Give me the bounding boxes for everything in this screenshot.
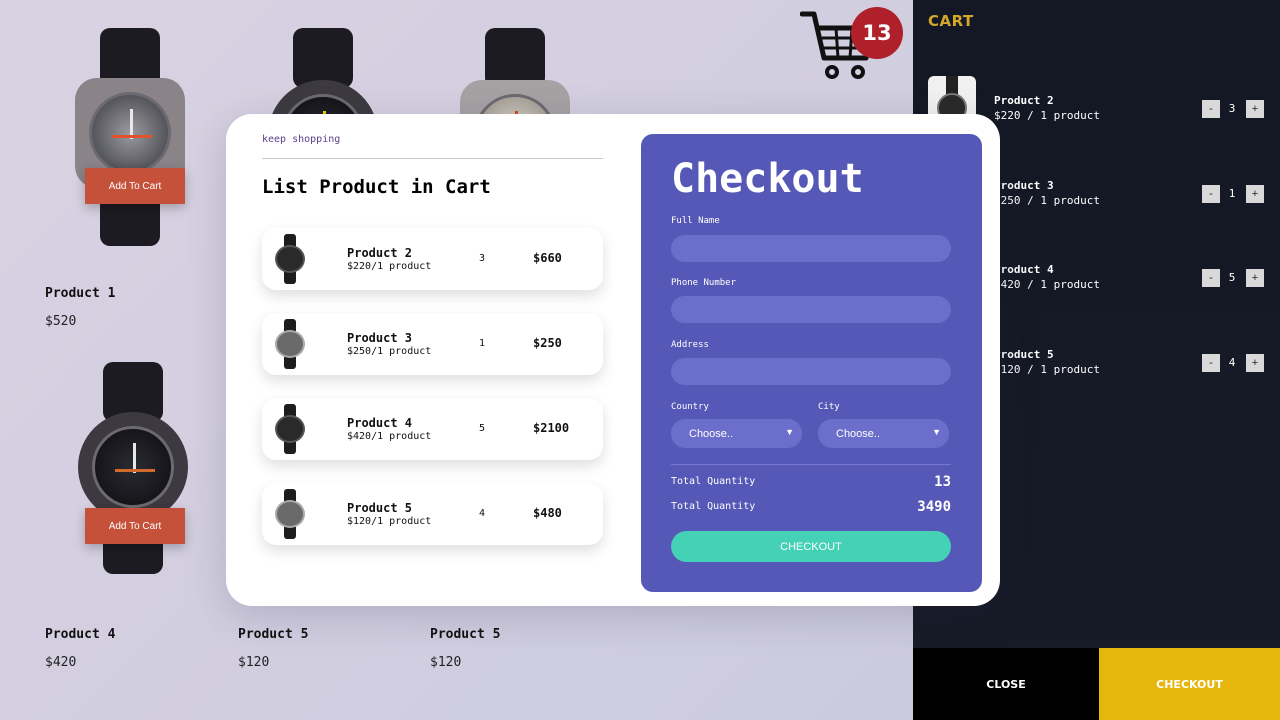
product-price: $420 <box>45 655 77 670</box>
keep-shopping-link[interactable]: keep shopping <box>262 134 340 145</box>
city-select-value: Choose.. <box>836 427 881 440</box>
cart-title: CART <box>928 12 974 30</box>
address-input[interactable] <box>671 358 951 385</box>
checkout-modal: keep shopping List Product in Cart Produ… <box>226 114 1000 606</box>
add-to-cart-button[interactable]: Add To Cart <box>85 508 185 544</box>
list-item: Product 4 $420/1 product 5 $2100 <box>262 398 603 460</box>
full-name-input[interactable] <box>671 235 951 262</box>
product-name: Product 5 <box>430 627 501 642</box>
cart-count-badge: 13 <box>851 7 903 59</box>
checkout-title: Checkout <box>671 156 864 202</box>
cart-checkout-button[interactable]: CHECKOUT <box>1099 648 1280 720</box>
increase-quantity-button[interactable]: + <box>1246 269 1264 287</box>
list-item-quantity: 4 <box>479 508 486 519</box>
city-select[interactable]: Choose.. ▼ <box>818 419 949 448</box>
country-select-value: Choose.. <box>689 427 734 440</box>
product-name: Product 1 <box>45 286 116 301</box>
country-select[interactable]: Choose.. ▼ <box>671 419 802 448</box>
product-thumbnail <box>274 234 306 284</box>
increase-quantity-button[interactable]: + <box>1246 354 1264 372</box>
increase-quantity-button[interactable]: + <box>1246 100 1264 118</box>
cart-item-name: Product 5 <box>994 348 1054 361</box>
chevron-down-icon: ▼ <box>932 427 941 437</box>
phone-number-input[interactable] <box>671 296 951 323</box>
cart-item-name: Product 2 <box>994 94 1054 107</box>
total-price-label: Total Quantity <box>671 501 756 512</box>
list-item-quantity: 1 <box>479 338 486 349</box>
list-item: Product 5 $120/1 product 4 $480 <box>262 483 603 545</box>
list-item-quantity: 3 <box>479 253 486 264</box>
product-thumbnail <box>274 404 306 454</box>
product-price: $120 <box>430 655 462 670</box>
list-item-name: Product 5 <box>347 501 413 515</box>
list-item-quantity: 5 <box>479 423 486 434</box>
cart-item-quantity: 3 <box>1228 102 1236 115</box>
cart-item-price: $120 / 1 product <box>994 363 1100 376</box>
cart-item-name: Product 4 <box>994 263 1054 276</box>
cart-item-price: $220 / 1 product <box>994 109 1100 122</box>
product-thumbnail <box>274 319 306 369</box>
product-image <box>450 28 580 190</box>
list-item-total: $480 <box>533 506 562 520</box>
product-image <box>65 28 195 246</box>
full-name-label: Full Name <box>671 216 720 226</box>
cart-item-name: Product 3 <box>994 179 1054 192</box>
list-item-name: Product 4 <box>347 416 413 430</box>
list-item-name: Product 3 <box>347 331 413 345</box>
divider <box>262 158 603 159</box>
decrease-quantity-button[interactable]: - <box>1202 269 1220 287</box>
city-label: City <box>818 402 840 412</box>
chevron-down-icon: ▼ <box>785 427 794 437</box>
address-label: Address <box>671 340 709 350</box>
decrease-quantity-button[interactable]: - <box>1202 100 1220 118</box>
cart-item-quantity: 5 <box>1228 271 1236 284</box>
country-label: Country <box>671 402 709 412</box>
product-price: $520 <box>45 314 77 329</box>
total-quantity-label: Total Quantity <box>671 476 756 487</box>
increase-quantity-button[interactable]: + <box>1246 185 1264 203</box>
list-item-unit-price: $250/1 product <box>347 346 432 357</box>
list-item: Product 2 $220/1 product 3 $660 <box>262 228 603 290</box>
list-title: List Product in Cart <box>262 176 491 198</box>
list-item-unit-price: $420/1 product <box>347 431 432 442</box>
cart-item-quantity: 4 <box>1228 356 1236 369</box>
cart-item-quantity: 1 <box>1228 187 1236 200</box>
decrease-quantity-button[interactable]: - <box>1202 185 1220 203</box>
list-item: Product 3 $250/1 product 1 $250 <box>262 313 603 375</box>
decrease-quantity-button[interactable]: - <box>1202 354 1220 372</box>
list-item-total: $660 <box>533 251 562 265</box>
cart-item-price: $420 / 1 product <box>994 278 1100 291</box>
product-name: Product 5 <box>238 627 309 642</box>
checkout-form: Checkout Full Name Phone Number Address … <box>641 134 982 592</box>
divider <box>671 464 951 465</box>
list-item-unit-price: $220/1 product <box>347 261 432 272</box>
checkout-submit-button[interactable]: CHECKOUT <box>671 531 951 562</box>
phone-number-label: Phone Number <box>671 278 737 288</box>
total-quantity-value: 13 <box>934 474 951 490</box>
cart-item-price: $250 / 1 product <box>994 194 1100 207</box>
list-item-name: Product 2 <box>347 246 413 260</box>
product-name: Product 4 <box>45 627 116 642</box>
product-thumbnail <box>274 489 306 539</box>
list-item-total: $2100 <box>533 421 570 435</box>
list-item-total: $250 <box>533 336 562 350</box>
product-image <box>258 28 388 190</box>
add-to-cart-button[interactable]: Add To Cart <box>85 168 185 204</box>
close-cart-button[interactable]: CLOSE <box>913 648 1099 720</box>
list-item-unit-price: $120/1 product <box>347 516 432 527</box>
total-price-value: 3490 <box>917 499 951 515</box>
product-price: $120 <box>238 655 270 670</box>
